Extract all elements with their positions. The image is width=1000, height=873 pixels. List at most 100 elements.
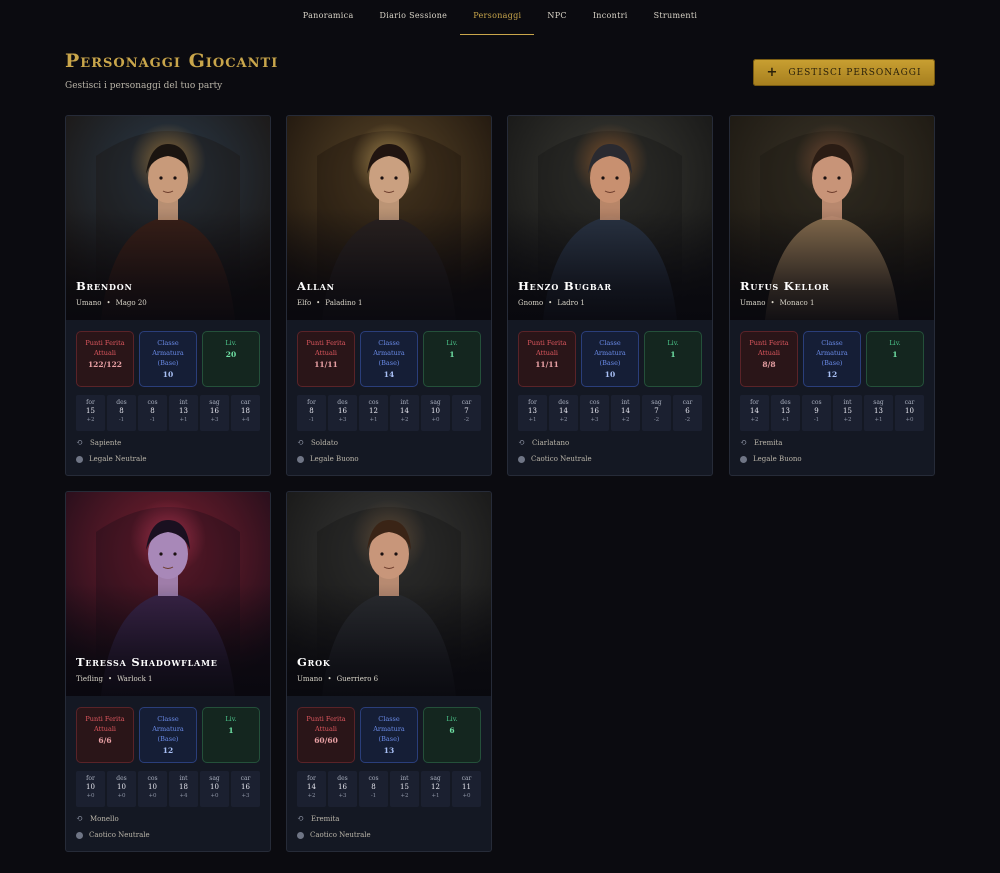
ability-modifier: +2 [750,417,759,423]
character-name: Grok [297,655,331,669]
ac-label: Classe Armatura (Base) [373,715,405,743]
character-card[interactable]: Henzo Bugbar Gnomo • Ladro 1 Punti Ferita … [507,115,713,476]
ac-box: Classe Armatura (Base) 10 [581,331,639,387]
ability-modifier: +1 [528,417,537,423]
plus-icon: + [766,65,779,80]
hp-value: 11/11 [314,360,338,369]
top-nav: Panoramica Diario Sessione Personaggi NP… [0,0,1000,36]
ac-box: Classe Armatura (Base) 13 [360,707,418,763]
ability-label: int [621,399,630,406]
separator-dot: • [548,299,553,307]
stat-boxes: Punti Ferita Attuali 11/11 Classe Armatu… [297,331,482,387]
ability-modifier: +2 [86,417,95,423]
ability-value: 7 [654,407,659,415]
character-background: Soldato [311,439,338,447]
level-label: Liv. [225,715,237,723]
character-card[interactable]: Allan Elfo • Paladino 1 Punti Ferita Attua… [286,115,492,476]
ability-score: for 8 -1 [297,395,326,431]
ability-value: 15 [86,407,95,415]
ability-value: 8 [371,783,376,791]
ability-label: for [307,775,316,782]
ability-value: 11 [462,783,471,791]
separator-dot: • [316,299,321,307]
hp-value: 11/11 [535,360,559,369]
ability-label: des [780,399,791,406]
stat-boxes: Punti Ferita Attuali 60/60 Classe Armatu… [297,707,482,763]
ability-modifier: +0 [86,793,95,799]
hp-box: Punti Ferita Attuali 60/60 [297,707,355,763]
level-label: Liv. [446,715,458,723]
nav-item-diario-sessione[interactable]: Diario Sessione [367,0,461,36]
character-name: Henzo Bugbar [518,279,612,293]
stat-boxes: Punti Ferita Attuali 8/8 Classe Armatura… [740,331,925,387]
ac-box: Classe Armatura (Base) 12 [803,331,861,387]
ability-label: car [904,399,915,406]
nav-item-npc[interactable]: NPC [534,0,579,36]
ability-label: sag [209,399,220,406]
ability-value: 16 [210,407,219,415]
ability-modifier: +1 [179,417,188,423]
alignment-icon [740,455,747,463]
ability-label: for [86,399,95,406]
ability-label: sag [209,775,220,782]
hp-box: Punti Ferita Attuali 11/11 [518,331,576,387]
ac-label: Classe Armatura (Base) [594,339,626,367]
nav-item-personaggi[interactable]: Personaggi [460,0,535,36]
hp-value: 60/60 [314,736,338,745]
ability-score: car 6 -2 [673,395,702,431]
hp-label: Punti Ferita Attuali [527,339,567,357]
character-card[interactable]: Rufus Kellor Umano • Monaco 1 Punti Ferita… [729,115,935,476]
ability-value: 16 [241,783,250,791]
nav-item-panoramica[interactable]: Panoramica [290,0,367,36]
ability-score: car 18 +4 [231,395,260,431]
repeat-icon: ⟲ [297,438,304,447]
ability-value: 10 [905,407,914,415]
alignment-icon [297,455,304,463]
level-label: Liv. [889,339,901,347]
ability-modifier: +3 [338,417,347,423]
ability-label: cos [147,775,158,782]
level-box: Liv. 1 [644,331,702,387]
ability-modifier: +0 [117,793,126,799]
character-card[interactable]: Teressa Shadowflame Tiefling • Warlock 1 P… [65,491,271,852]
ability-modifier: +0 [905,417,914,423]
character-card[interactable]: Grok Umano • Guerriero 6 Punti Ferita Attu… [286,491,492,852]
alignment-line: Legale Buono [740,455,802,463]
nav-item-incontri[interactable]: Incontri [580,0,641,36]
character-meta: Umano • Guerriero 6 [297,675,378,683]
ability-score: sag 10 +0 [421,395,450,431]
hp-box: Punti Ferita Attuali 122/122 [76,331,134,387]
character-meta: Elfo • Paladino 1 [297,299,362,307]
hp-value: 8/8 [762,360,776,369]
nav-item-strumenti[interactable]: Strumenti [641,0,711,36]
ability-score: car 16 +3 [231,771,260,807]
character-alignment: Caotico Neutrale [531,455,592,463]
manage-characters-button[interactable]: + GESTISCI PERSONAGGI [753,59,935,86]
level-value: 1 [892,350,898,359]
ability-score: for 15 +2 [76,395,105,431]
ability-value: 8 [309,407,314,415]
background-line: ⟲ Eremita [740,439,783,448]
ability-label: car [461,775,472,782]
ac-box: Classe Armatura (Base) 14 [360,331,418,387]
hp-box: Punti Ferita Attuali 11/11 [297,331,355,387]
ability-label: car [461,399,472,406]
separator-dot: • [106,299,111,307]
character-class: Warlock 1 [117,675,153,683]
level-box: Liv. 1 [866,331,924,387]
ability-value: 6 [685,407,690,415]
hp-label: Punti Ferita Attuali [749,339,789,357]
ability-value: 14 [307,783,316,791]
character-background: Eremita [754,439,783,447]
character-card[interactable]: Brendon Umano • Mago 20 Punti Ferita Attua… [65,115,271,476]
ability-value: 13 [528,407,537,415]
ability-score: int 15 +2 [833,395,862,431]
ability-label: int [179,775,188,782]
separator-dot: • [107,675,113,683]
repeat-icon: ⟲ [518,438,525,447]
ability-value: 7 [464,407,469,415]
repeat-icon: ⟲ [76,438,83,447]
ability-modifier: +1 [781,417,790,423]
ability-score: sag 16 +3 [200,395,229,431]
ability-value: 18 [241,407,250,415]
